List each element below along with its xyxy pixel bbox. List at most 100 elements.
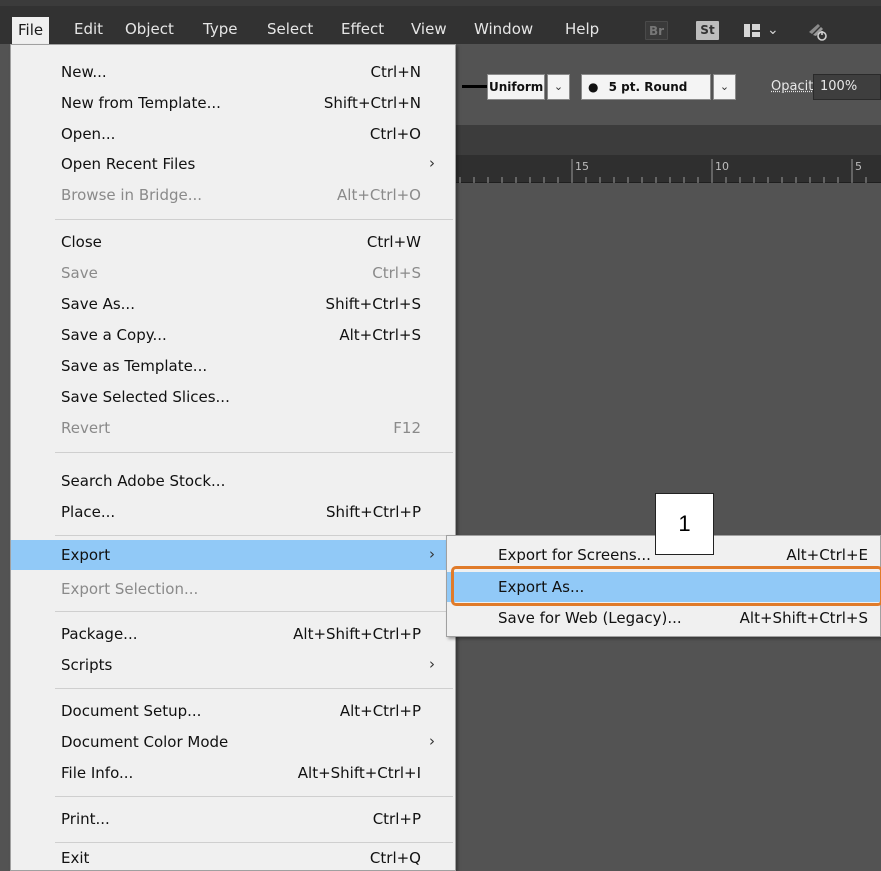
menu-item-label: Open Recent Files <box>61 155 196 173</box>
chevron-down-icon[interactable]: ⌄ <box>767 22 779 38</box>
brush-dropdown[interactable]: ⌄ <box>713 74 736 100</box>
menu-select[interactable]: Select <box>267 16 313 42</box>
step-callout: 1 <box>655 493 714 555</box>
file-menu: New... Ctrl+N New from Template... Shift… <box>10 44 456 871</box>
ruler-label: 15 <box>575 160 589 173</box>
annotation-highlight-box <box>451 566 881 606</box>
chevron-down-icon: ⌄ <box>719 80 730 93</box>
menu-item-shortcut: Shift+Ctrl+S <box>325 295 421 313</box>
menu-file[interactable]: File <box>12 17 50 44</box>
chevron-down-icon: ⌄ <box>553 80 564 93</box>
dot-icon: ● <box>588 80 599 94</box>
menu-item-scripts[interactable]: Scripts › <box>11 650 455 680</box>
brush-field[interactable]: ● 5 pt. Round <box>581 74 711 100</box>
menu-item-shortcut: Ctrl+P <box>372 810 421 828</box>
menu-item-browse-in-bridge: Browse in Bridge... Alt+Ctrl+O <box>11 180 455 210</box>
menu-item-shortcut: Alt+Ctrl+P <box>339 702 421 720</box>
menu-item-label: Export Selection... <box>61 580 199 598</box>
menu-item-label: Save as Template... <box>61 357 208 375</box>
menu-item-document-setup[interactable]: Document Setup... Alt+Ctrl+P <box>11 696 455 726</box>
menu-item-shortcut: Ctrl+W <box>366 233 421 251</box>
menu-item-label: New from Template... <box>61 94 221 112</box>
submenu-item-label: Export for Screens... <box>498 546 651 564</box>
menu-item-label: Export <box>61 546 111 564</box>
stroke-profile-field[interactable]: Uniform <box>487 74 545 100</box>
chevron-right-icon: › <box>429 545 435 563</box>
menu-separator <box>55 535 453 536</box>
chevron-right-icon: › <box>429 154 435 172</box>
menu-item-document-color-mode[interactable]: Document Color Mode › <box>11 727 455 757</box>
menu-separator <box>55 452 453 453</box>
menu-item-label: Place... <box>61 503 116 521</box>
menu-separator <box>55 611 453 612</box>
brush-label: 5 pt. Round <box>608 80 688 94</box>
menu-view[interactable]: View <box>411 16 447 42</box>
ruler-label: 5 <box>855 160 862 173</box>
menu-item-open-recent-files[interactable]: Open Recent Files › <box>11 149 455 179</box>
horizontal-ruler[interactable]: 15 10 5 <box>455 155 881 183</box>
menu-item-save-selected-slices[interactable]: Save Selected Slices... <box>11 382 455 412</box>
stroke-preview <box>462 85 488 88</box>
title-strip <box>0 0 881 6</box>
menu-item-shortcut: Shift+Ctrl+N <box>323 94 421 112</box>
menu-item-revert: Revert F12 <box>11 413 455 443</box>
menu-item-open[interactable]: Open... Ctrl+O <box>11 119 455 149</box>
menu-item-file-info[interactable]: File Info... Alt+Shift+Ctrl+I <box>11 758 455 788</box>
menu-item-close[interactable]: Close Ctrl+W <box>11 227 455 257</box>
menu-item-new-from-template[interactable]: New from Template... Shift+Ctrl+N <box>11 88 455 118</box>
opacity-field[interactable]: 100% <box>813 74 881 100</box>
menu-item-new[interactable]: New... Ctrl+N <box>11 57 455 87</box>
menu-item-shortcut: Ctrl+Q <box>369 849 421 867</box>
menu-edit[interactable]: Edit <box>74 16 103 42</box>
stock-button[interactable]: St <box>696 21 719 40</box>
menu-item-label: Save <box>61 264 98 282</box>
menu-item-shortcut: Alt+Ctrl+O <box>337 186 421 204</box>
menu-effect[interactable]: Effect <box>341 16 384 42</box>
menu-help[interactable]: Help <box>565 16 599 42</box>
menu-item-package[interactable]: Package... Alt+Shift+Ctrl+P <box>11 619 455 649</box>
menu-item-shortcut: F12 <box>393 419 421 437</box>
menu-item-shortcut: Alt+Shift+Ctrl+I <box>297 764 421 782</box>
menu-item-shortcut: Alt+Shift+Ctrl+P <box>293 625 421 643</box>
ruler-label: 10 <box>715 160 729 173</box>
menu-type[interactable]: Type <box>203 16 237 42</box>
menu-item-save-as[interactable]: Save As... Shift+Ctrl+S <box>11 289 455 319</box>
workspace-layout-icon[interactable] <box>744 24 760 37</box>
menu-item-export[interactable]: Export › <box>11 540 455 570</box>
submenu-item-shortcut: Alt+Ctrl+E <box>786 546 868 564</box>
menu-item-label: Save As... <box>61 295 135 313</box>
submenu-item-label: Save for Web (Legacy)... <box>498 609 682 627</box>
menu-item-label: Close <box>61 233 102 251</box>
submenu-item-save-for-web[interactable]: Save for Web (Legacy)... Alt+Shift+Ctrl+… <box>447 603 881 633</box>
menu-item-label: Document Color Mode <box>61 733 229 751</box>
menu-item-search-adobe-stock[interactable]: Search Adobe Stock... <box>11 466 455 496</box>
menu-item-place[interactable]: Place... Shift+Ctrl+P <box>11 497 455 527</box>
menu-item-exit[interactable]: Exit Ctrl+Q <box>11 843 455 871</box>
menu-item-label: Scripts <box>61 656 113 674</box>
menu-item-save-as-template[interactable]: Save as Template... <box>11 351 455 381</box>
menu-item-label: New... <box>61 63 107 81</box>
menu-item-label: File Info... <box>61 764 134 782</box>
menu-item-shortcut: Ctrl+N <box>370 63 421 81</box>
menu-item-label: Print... <box>61 810 110 828</box>
stroke-profile-dropdown[interactable]: ⌄ <box>547 74 570 100</box>
menu-object[interactable]: Object <box>125 16 174 42</box>
menu-item-save-a-copy[interactable]: Save a Copy... Alt+Ctrl+S <box>11 320 455 350</box>
sync-icon[interactable] <box>806 20 828 42</box>
menu-separator <box>55 219 453 220</box>
menu-item-label: Save a Copy... <box>61 326 167 344</box>
ruler-ticks <box>459 159 867 183</box>
menu-item-label: Search Adobe Stock... <box>61 472 226 490</box>
bridge-button[interactable]: Br <box>645 21 668 40</box>
menu-item-label: Browse in Bridge... <box>61 186 203 204</box>
menu-item-label: Revert <box>61 419 111 437</box>
menu-window[interactable]: Window <box>474 16 533 42</box>
menu-item-shortcut: Alt+Ctrl+S <box>339 326 421 344</box>
menu-item-label: Save Selected Slices... <box>61 388 230 406</box>
chevron-right-icon: › <box>429 655 435 673</box>
menu-item-shortcut: Ctrl+S <box>372 264 421 282</box>
menu-item-save: Save Ctrl+S <box>11 258 455 288</box>
menu-separator <box>55 796 453 797</box>
menu-item-label: Open... <box>61 125 116 143</box>
menu-item-print[interactable]: Print... Ctrl+P <box>11 804 455 834</box>
